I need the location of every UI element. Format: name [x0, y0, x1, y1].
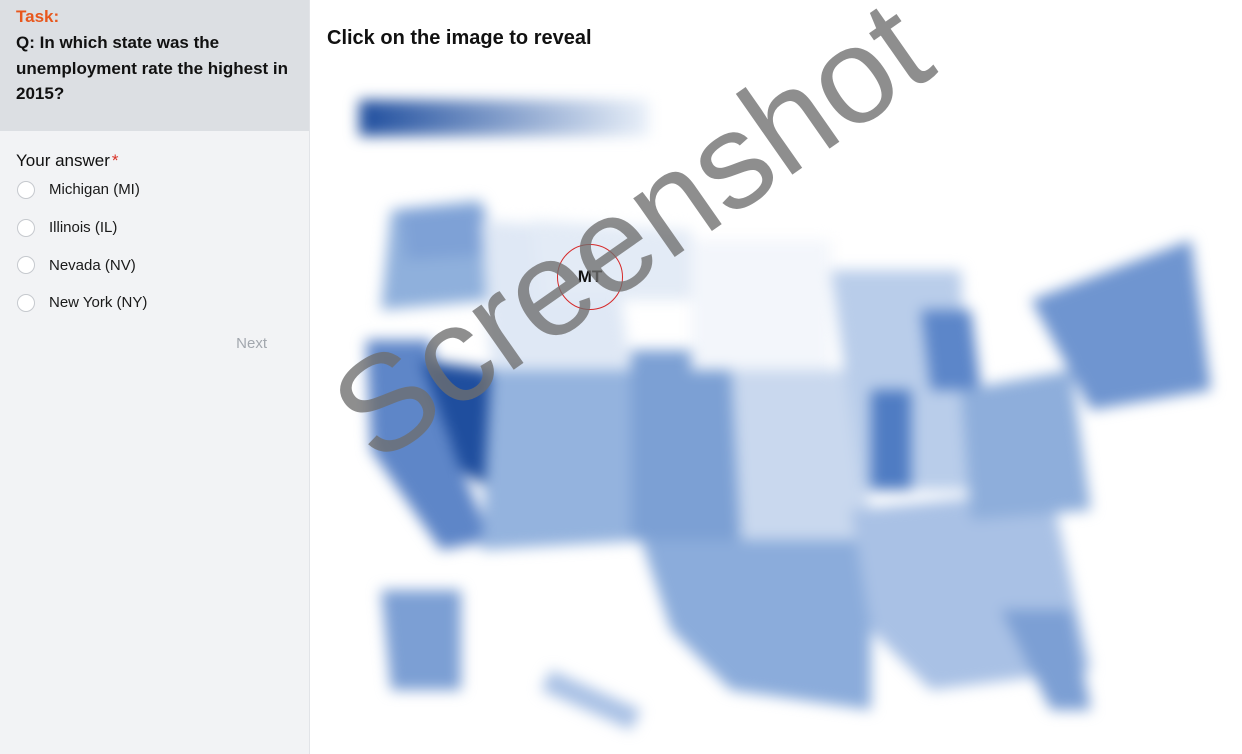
- region-utah-az: [481, 370, 651, 550]
- radio-button[interactable]: [17, 180, 35, 199]
- task-label: Task:: [16, 7, 60, 26]
- radio-button[interactable]: [17, 256, 35, 275]
- answer-heading-text: Your answer: [16, 151, 110, 170]
- legend-bar: [359, 100, 649, 136]
- option-michigan[interactable]: Michigan (MI): [16, 171, 293, 209]
- option-new-york[interactable]: New York (NY): [16, 284, 293, 322]
- region-hawaii: [541, 670, 641, 730]
- blurred-map-image[interactable]: MT: [311, 70, 1242, 754]
- task-question: Q: In which state was the unemployment r…: [16, 33, 289, 103]
- radio-button[interactable]: [17, 218, 35, 237]
- next-button[interactable]: Next: [230, 334, 273, 353]
- state-marker-mt[interactable]: MT: [557, 244, 623, 310]
- option-label: Nevada (NV): [49, 256, 136, 274]
- region-appalachia: [961, 370, 1091, 520]
- option-label: New York (NY): [49, 294, 148, 312]
- region-dakotas: [691, 240, 831, 370]
- required-marker: *: [111, 151, 119, 170]
- task-sidebar: Task: Q: In which state was the unemploy…: [0, 0, 310, 754]
- option-label: Michigan (MI): [49, 181, 140, 199]
- answer-heading: Your answer *: [16, 151, 293, 171]
- next-row: Next: [16, 334, 293, 353]
- option-illinois[interactable]: Illinois (IL): [16, 209, 293, 247]
- region-alaska: [381, 590, 461, 690]
- answer-section: Your answer * Michigan (MI) Illinois (IL)…: [0, 131, 309, 353]
- option-label: Illinois (IL): [49, 219, 118, 237]
- main-panel: Click on the image to reveal MT: [311, 0, 1242, 754]
- region-texas: [641, 540, 871, 710]
- region-colorado-nm: [631, 350, 741, 550]
- region-washington: [401, 208, 486, 260]
- option-nevada[interactable]: Nevada (NV): [16, 246, 293, 284]
- task-box: Task: Q: In which state was the unemploy…: [0, 0, 309, 131]
- us-choropleth-map: [359, 100, 1211, 730]
- region-illinois: [871, 390, 911, 490]
- region-michigan: [921, 310, 981, 390]
- page-title: Click on the image to reveal: [327, 27, 592, 49]
- radio-button[interactable]: [17, 293, 35, 312]
- app-root: Task: Q: In which state was the unemploy…: [0, 0, 1242, 754]
